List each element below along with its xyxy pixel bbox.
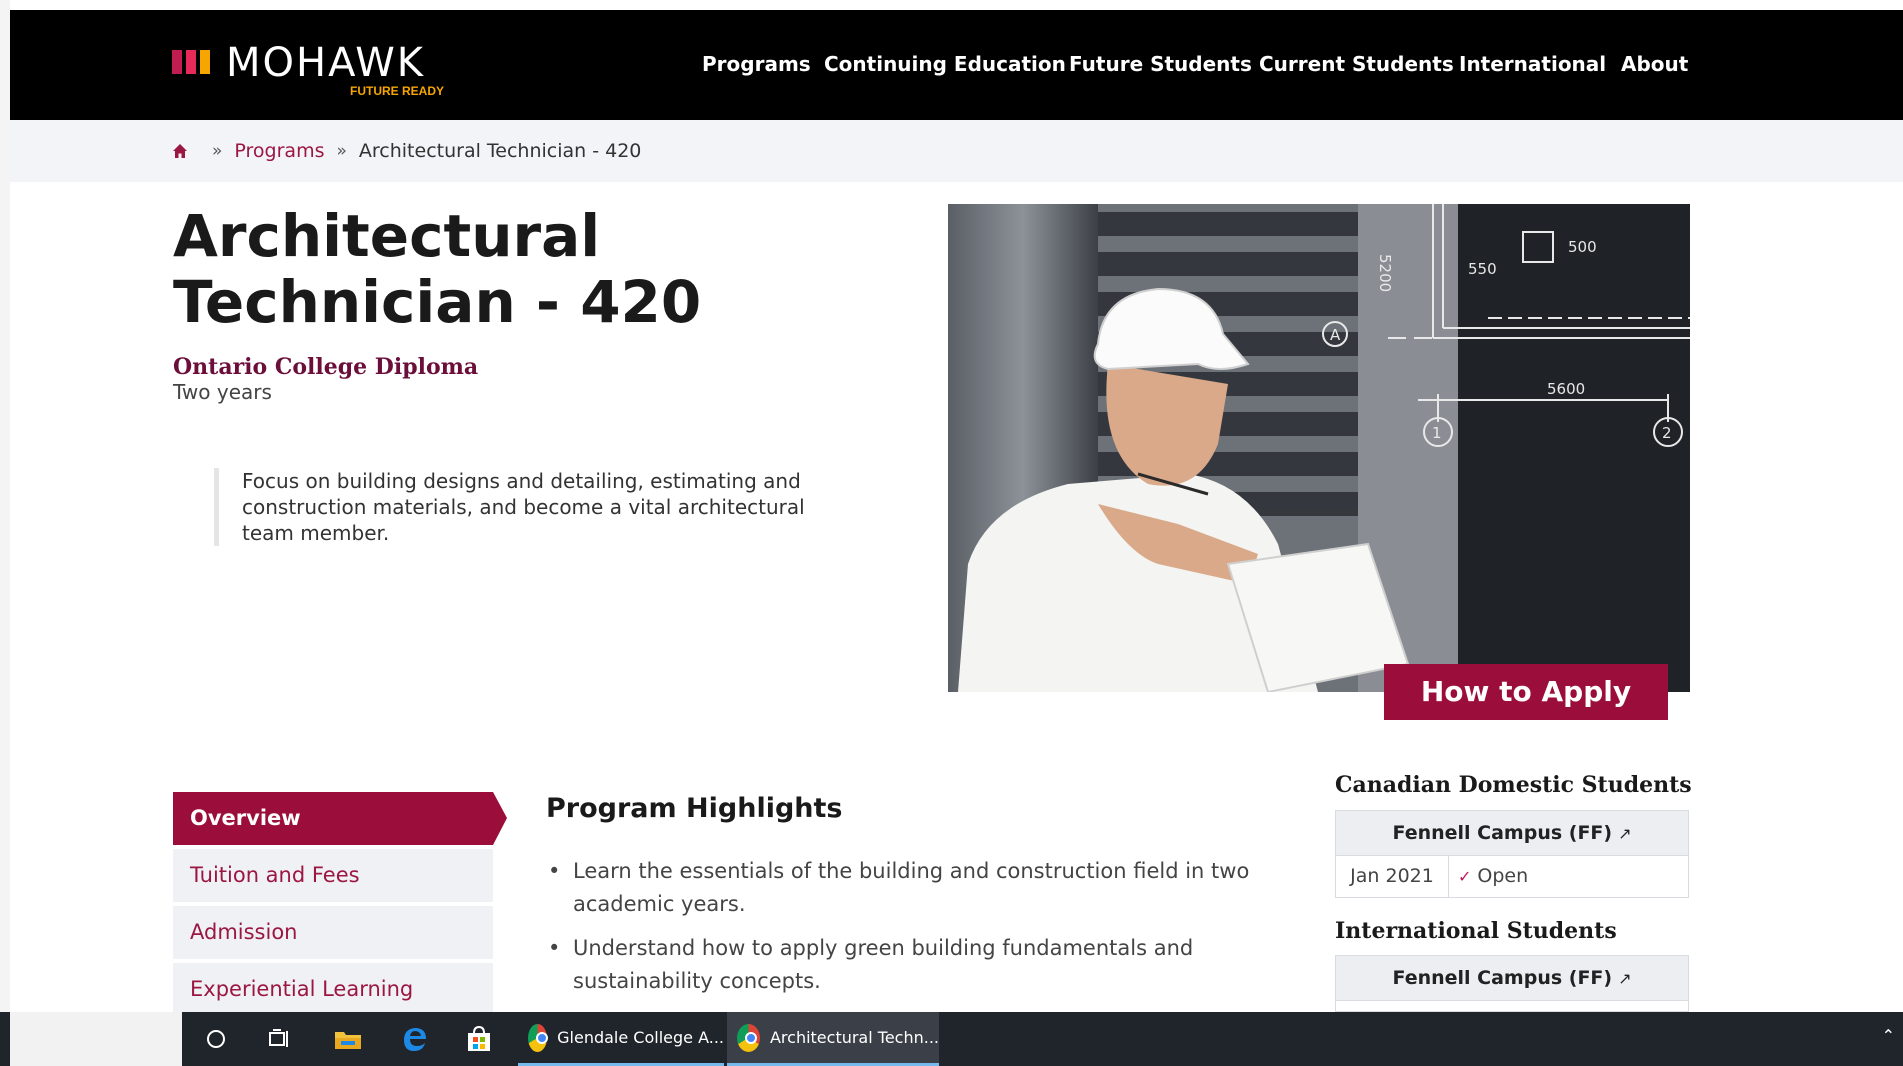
check-circle-icon: ✓ xyxy=(1458,867,1472,886)
breadcrumb: » Programs » Architectural Technician - … xyxy=(172,140,641,162)
cortana-icon[interactable] xyxy=(186,1012,246,1066)
highlight-item: Understand how to apply green building f… xyxy=(546,932,1286,998)
domestic-campus-link[interactable]: Fennell Campus (FF) ↗ xyxy=(1335,810,1689,856)
taskbar-app-architectural[interactable]: Architectural Techn... xyxy=(727,1012,939,1066)
breadcrumb-current: Architectural Technician - 420 xyxy=(358,140,642,162)
drawing-label-a: A xyxy=(1330,326,1341,344)
mohawk-logo[interactable]: MOHAWK FUTURE READY xyxy=(172,38,472,98)
windows-taskbar: Glendale College A... Architectural Tech… xyxy=(0,1012,1903,1066)
drawing-label-500: 500 xyxy=(1568,238,1597,256)
highlights-title: Program Highlights xyxy=(546,793,843,824)
intake-status: ✓ Open xyxy=(1458,856,1528,897)
breadcrumb-separator: » xyxy=(336,141,347,161)
drawing-label-1: 1 xyxy=(1432,424,1442,442)
taskbar-app-label: Glendale College A... xyxy=(557,1028,724,1047)
program-subnav: Overview Tuition and Fees Admission Expe… xyxy=(173,792,507,1020)
nav-current-students[interactable]: Current Students xyxy=(1259,52,1454,76)
logo-name: MOHAWK xyxy=(226,40,426,86)
subnav-overview[interactable]: Overview xyxy=(173,792,507,845)
intake-row xyxy=(1335,1001,1689,1012)
store-icon[interactable] xyxy=(449,1012,509,1066)
domestic-students-heading: Canadian Domestic Students xyxy=(1335,772,1692,798)
drawing-label-5200: 5200 xyxy=(1376,254,1394,292)
page-title: Architectural Technician - 420 xyxy=(173,202,702,336)
subnav-admission[interactable]: Admission xyxy=(173,906,493,959)
program-duration: Two years xyxy=(173,380,272,404)
international-students-heading: International Students xyxy=(1335,918,1617,944)
international-campus-link[interactable]: Fennell Campus (FF) ↗ xyxy=(1335,955,1689,1001)
nav-international[interactable]: International xyxy=(1459,52,1606,76)
nav-future-students[interactable]: Future Students xyxy=(1069,52,1252,76)
taskbar-app-glendale[interactable]: Glendale College A... xyxy=(518,1012,724,1066)
drawing-label-2: 2 xyxy=(1662,424,1672,442)
breadcrumb-bar: » Programs » Architectural Technician - … xyxy=(10,120,1903,182)
subnav-tuition-and-fees[interactable]: Tuition and Fees xyxy=(173,849,493,902)
intake-date: Jan 2021 xyxy=(1336,856,1449,897)
breadcrumb-separator: » xyxy=(212,141,223,161)
external-link-icon: ↗ xyxy=(1618,969,1632,988)
hero-image: 550 500 5600 1 2 A 5200 xyxy=(948,204,1690,692)
home-icon[interactable] xyxy=(172,143,188,159)
browser-viewport: MOHAWK FUTURE READY Programs Continuing … xyxy=(0,0,1903,1066)
nav-about[interactable]: About xyxy=(1621,52,1688,76)
task-view-icon[interactable] xyxy=(250,1012,310,1066)
file-explorer-icon[interactable] xyxy=(318,1012,378,1066)
window-edge xyxy=(0,0,10,1066)
drawing-label-550: 550 xyxy=(1468,260,1497,278)
taskbar-app-label: Architectural Techn... xyxy=(769,1028,939,1047)
intake-status-label: Open xyxy=(1477,865,1529,887)
program-credential: Ontario College Diploma xyxy=(173,354,479,380)
logo-bars-icon xyxy=(172,50,218,74)
highlights-list: Learn the essentials of the building and… xyxy=(546,855,1286,1009)
nav-continuing-education[interactable]: Continuing Education xyxy=(824,52,1066,76)
site-header: MOHAWK FUTURE READY Programs Continuing … xyxy=(10,10,1903,120)
chrome-icon xyxy=(737,1023,760,1052)
highlight-item: Learn the essentials of the building and… xyxy=(546,855,1286,921)
domestic-campus-label: Fennell Campus (FF) xyxy=(1392,822,1613,844)
drawing-label-5600: 5600 xyxy=(1547,380,1585,398)
intake-row: Jan 2021 ✓ Open xyxy=(1335,856,1689,898)
chevron-up-icon[interactable]: ⌃ xyxy=(1882,1026,1895,1045)
international-campus-label: Fennell Campus (FF) xyxy=(1392,967,1613,989)
breadcrumb-programs-link[interactable]: Programs xyxy=(234,140,324,162)
edge-icon[interactable] xyxy=(385,1012,445,1066)
subnav-experiential-learning[interactable]: Experiential Learning xyxy=(173,963,493,1016)
hero-illustration: 550 500 5600 1 2 A 5200 xyxy=(948,204,1690,692)
logo-tagline: FUTURE READY xyxy=(350,84,445,98)
nav-programs[interactable]: Programs xyxy=(702,52,811,76)
program-blurb: Focus on building designs and detailing,… xyxy=(214,468,854,546)
external-link-icon: ↗ xyxy=(1618,824,1632,843)
chrome-icon xyxy=(528,1023,549,1052)
taskbar-search-box[interactable] xyxy=(10,1012,182,1066)
how-to-apply-button[interactable]: How to Apply xyxy=(1384,664,1668,720)
